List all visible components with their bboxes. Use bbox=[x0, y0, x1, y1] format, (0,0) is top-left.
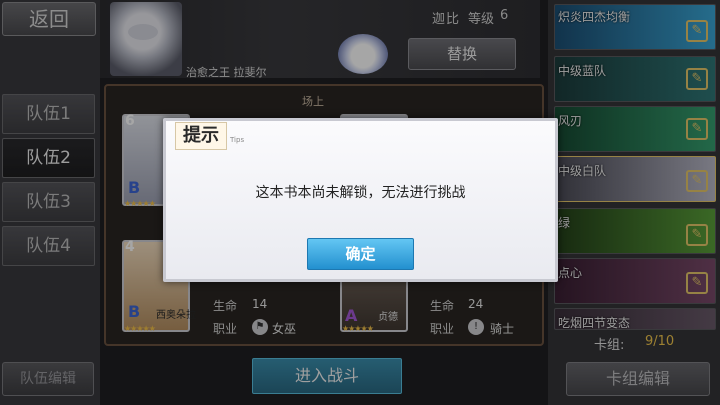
dialog-title: 提示 bbox=[175, 122, 227, 150]
dialog-message: 这本书本尚未解锁，无法进行挑战 bbox=[255, 185, 466, 201]
confirm-button[interactable]: 确定 bbox=[307, 238, 414, 270]
dialog-subtitle: Tips bbox=[230, 136, 245, 144]
